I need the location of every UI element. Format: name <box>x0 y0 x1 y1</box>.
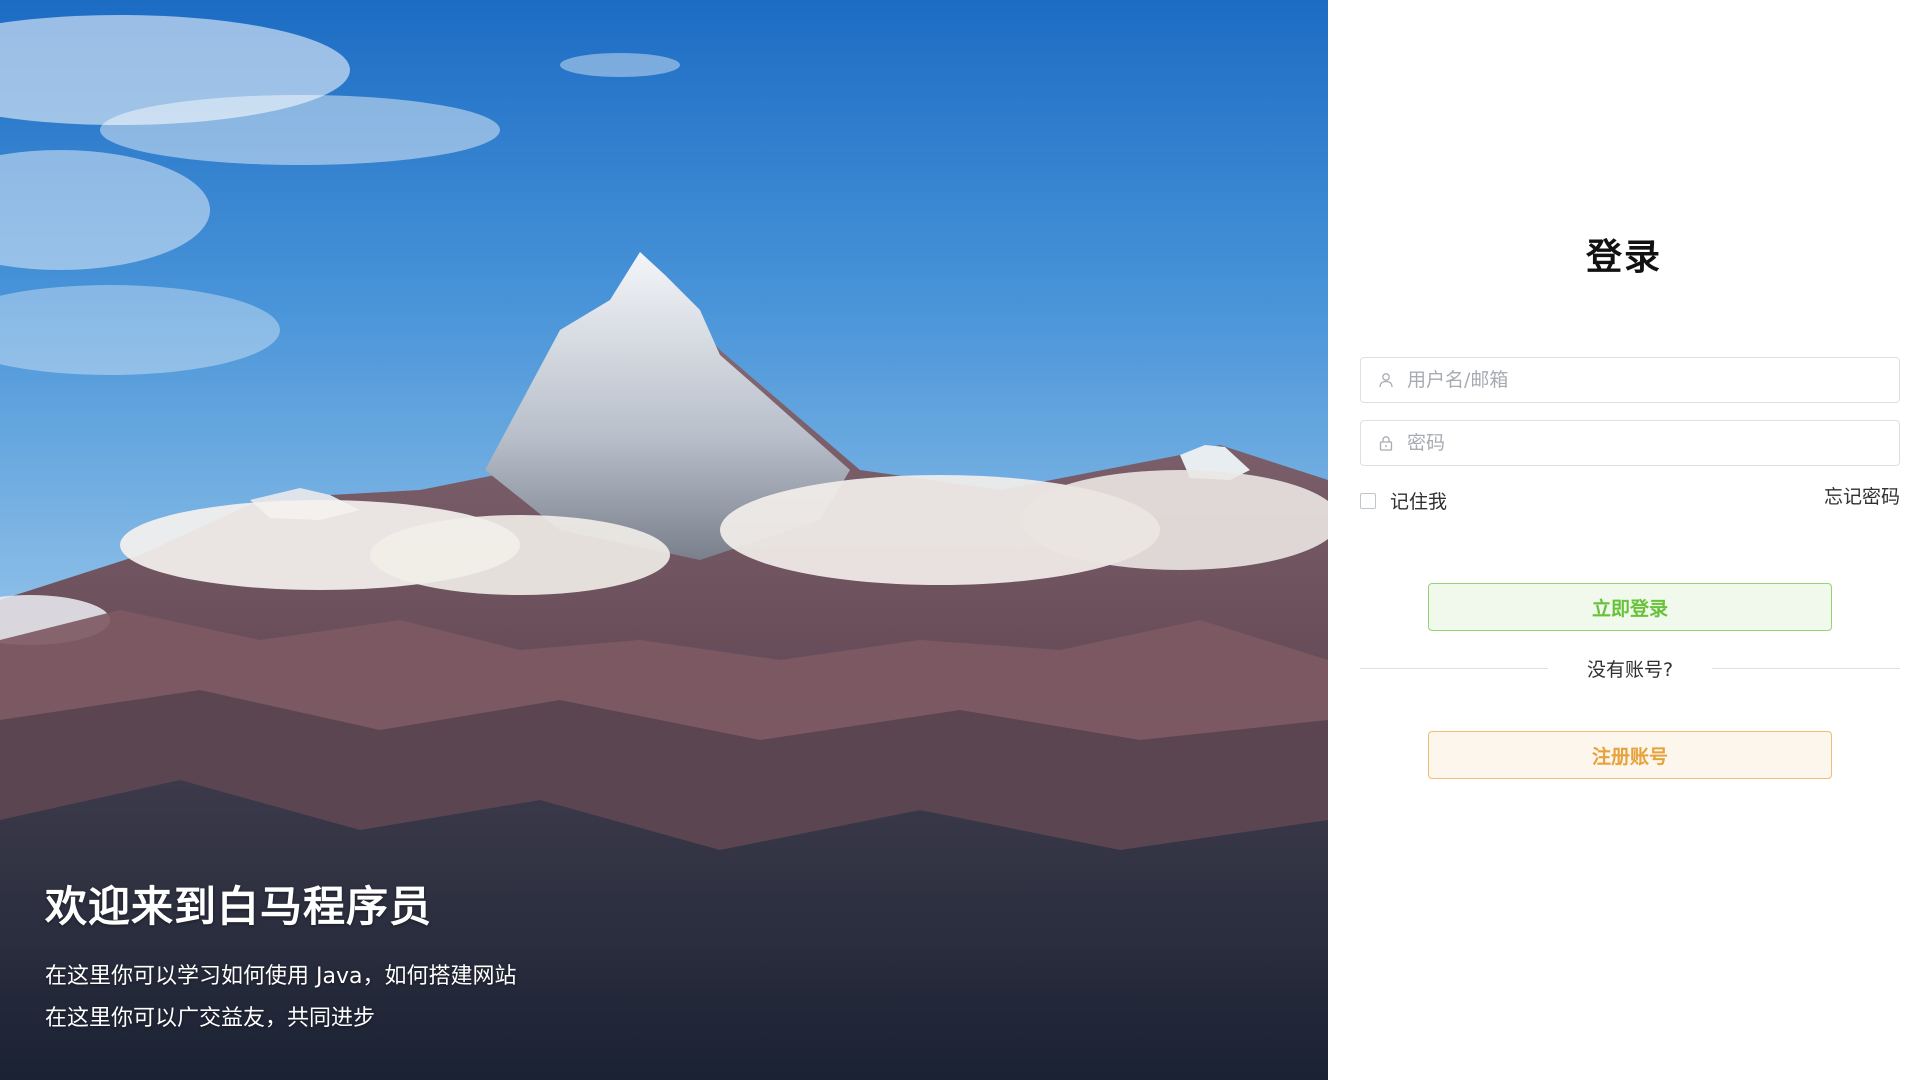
remember-me-checkbox[interactable]: 记住我 <box>1360 487 1447 514</box>
lock-icon <box>1377 434 1395 452</box>
hero-background: 欢迎来到白马程序员 在这里你可以学习如何使用 Java，如何搭建网站 在这里你可… <box>0 0 1328 1080</box>
remember-me-label: 记住我 <box>1390 491 1448 513</box>
hero-subtitle-line-2: 在这里你可以广交益友，共同进步 <box>45 1006 376 1031</box>
forgot-password-link[interactable]: 忘记密码 <box>1824 482 1900 509</box>
login-options-row: 记住我 忘记密码 <box>1360 482 1900 514</box>
username-field[interactable] <box>1360 357 1900 403</box>
register-button[interactable]: 注册账号 <box>1428 731 1832 779</box>
divider-line-right <box>1712 668 1900 669</box>
user-icon <box>1377 371 1395 389</box>
no-account-divider: 没有账号? <box>1360 655 1900 685</box>
login-panel: 登录 记住我 <box>1328 0 1920 1080</box>
hero-text-block: 欢迎来到白马程序员 在这里你可以学习如何使用 Java，如何搭建网站 在这里你可… <box>45 873 516 1040</box>
hero-title: 欢迎来到白马程序员 <box>45 882 433 931</box>
login-button[interactable]: 立即登录 <box>1428 583 1832 631</box>
password-field[interactable] <box>1360 420 1900 466</box>
hero-subtitle-line-1: 在这里你可以学习如何使用 Java，如何搭建网站 <box>45 964 517 989</box>
password-input[interactable] <box>1405 422 1899 464</box>
username-input[interactable] <box>1405 359 1899 401</box>
checkbox-box[interactable] <box>1360 492 1376 509</box>
login-title: 登录 <box>1585 237 1662 278</box>
login-page: 欢迎来到白马程序员 在这里你可以学习如何使用 Java，如何搭建网站 在这里你可… <box>0 0 1920 1080</box>
